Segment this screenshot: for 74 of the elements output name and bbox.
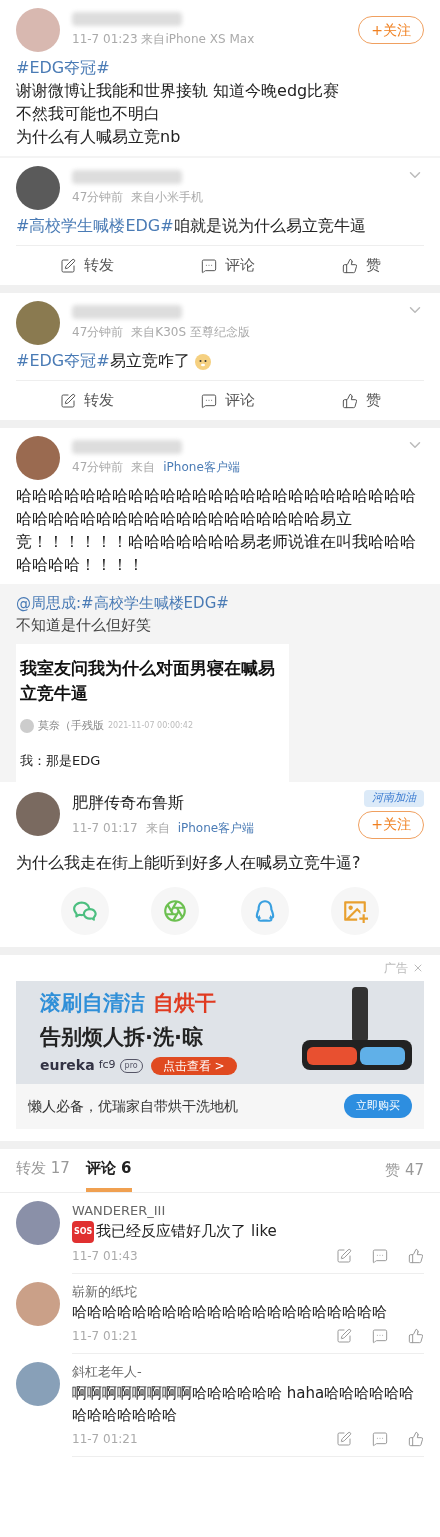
like-icon [408,1328,424,1344]
comment-button[interactable]: 评论 [200,254,255,277]
commenter-name[interactable]: 崭新的纸坨 [72,1281,424,1301]
post-text: 为什么我走在街上能听到好多人在喊易立竞牛逼? [15,851,362,874]
repost-text: 不知道是什么但好笑 [16,615,152,636]
share-button[interactable] [331,886,379,935]
post-meta: 47分钟前 来自小米手机 [72,189,205,206]
like-button[interactable]: 赞 [341,254,381,277]
like-icon [408,1430,424,1447]
comment-time: 11-7 01:21 [72,1328,138,1345]
user-name[interactable]: 肥胖传奇布鲁斯 [72,791,347,816]
comment-time: 11-7 01:43 [72,1247,138,1265]
post-text: 谢谢微博让我能和世界接轨 知道今晚edg比赛 [16,80,341,102]
author-name: 莫奈（手残版 [38,718,104,734]
post-meta: 11-7 01:23 来自iPhone XS Max [72,31,256,48]
card-body: 我：那是EDG [20,751,102,770]
post-text: #EDG夺冠#易立竞咋了 [16,349,424,372]
comment-text: 啊啊啊啊啊啊啊啊哈哈哈哈哈哈 haha哈哈哈哈哈哈哈哈哈哈哈哈哈 [72,1382,416,1426]
ad-banner[interactable]: 滚刷自清洁 自烘干 告别烦人拆·洗·晾 eureka fc9 pro 点击查看 > [16,980,424,1084]
post-text: #高校学生喊楼EDG#咱就是说为什么易立竞牛逼 [16,215,367,237]
comment-icon [200,392,217,409]
commenter-name[interactable]: WANDERER_III [72,1200,424,1220]
repost-icon [59,392,76,409]
share-button[interactable] [241,886,289,935]
post-text: 哈哈哈哈哈哈哈哈哈哈哈哈哈哈哈哈哈哈哈哈哈哈哈哈哈哈哈哈哈哈哈哈哈哈哈哈哈哈哈哈哈哈哈哈易立竞！！！！！！哈哈哈哈哈哈哈易老师说谁在叫我哈哈哈哈哈哈哈！！！！ [16,485,417,576]
avatar[interactable] [16,1200,60,1245]
repost-icon [336,1328,352,1344]
dog-emoji-icon [193,352,212,371]
comment-tab[interactable]: 评论 6 [85,1148,132,1192]
post-text: 为什么有人喊易立竞nb [16,126,182,148]
comment-time: 11-7 01:21 [72,1430,138,1448]
avatar[interactable] [16,166,60,210]
card-title: 我室友问我为什么对面男寝在喊易立竞牛逼 [20,657,276,705]
comment-button[interactable]: 评论 [200,389,255,412]
comment-text: SOS 我已经反应错好几次了 like [72,1220,424,1243]
ad-caption: 懒人必备，优瑞家自带烘干洗地机 [28,1096,238,1116]
avatar[interactable] [16,301,60,345]
repost-icon [59,257,76,274]
repost-button[interactable]: 转发 [59,254,114,277]
share-button[interactable] [61,886,109,935]
post-text: #EDG夺冠# [16,57,111,79]
sos-emoji: SOS [72,1220,95,1243]
like-icon [408,1247,424,1264]
like-icon [341,392,358,409]
comment-icon [372,1328,388,1344]
like-icon [341,257,358,274]
banner-cta: 点击查看 > [150,1056,237,1075]
author-avatar [20,719,34,734]
banner-subline: 告别烦人拆·洗·晾 [40,1023,204,1051]
banner-headline: 自烘干 [153,990,216,1017]
repost-icon [336,1430,352,1447]
aperture-icon [162,897,188,924]
mention-link[interactable]: @周思成:#高校学生喊楼EDG# [16,592,424,614]
avatar[interactable] [16,436,60,480]
share-button[interactable] [151,886,199,935]
brand-logo: eureka [40,1056,95,1075]
avatar[interactable] [16,792,60,837]
post-text: 不然我可能也不明白 [16,103,161,125]
repost-button[interactable]: 转发 [59,389,114,412]
post-meta: 11-7 01:17 来自 iPhone客户端 [72,820,256,838]
post-date: 2021-11-07 00:00:42 [108,720,193,733]
repost-icon [336,1247,352,1264]
comment-icon [372,1430,388,1447]
badge-label: 河南加油 [364,790,424,807]
comment-icon [372,1247,388,1264]
banner-headline: 滚刷自清洁 [40,990,145,1017]
model-name: fc9 [98,1057,116,1074]
post-meta: 47分钟前 来自 iPhone客户端 [72,459,241,476]
commenter-name[interactable]: 斜杠老年人- [72,1362,424,1382]
like-button[interactable]: 赞 [341,389,381,412]
comment-text: 哈哈哈哈哈哈哈哈哈哈哈哈哈哈哈哈哈哈哈哈哈 [72,1302,388,1323]
comment-icon [200,257,217,274]
post-meta: 47分钟前 来自K30S 至尊纪念版 [72,324,251,341]
ad-label: 广告 [384,959,408,977]
